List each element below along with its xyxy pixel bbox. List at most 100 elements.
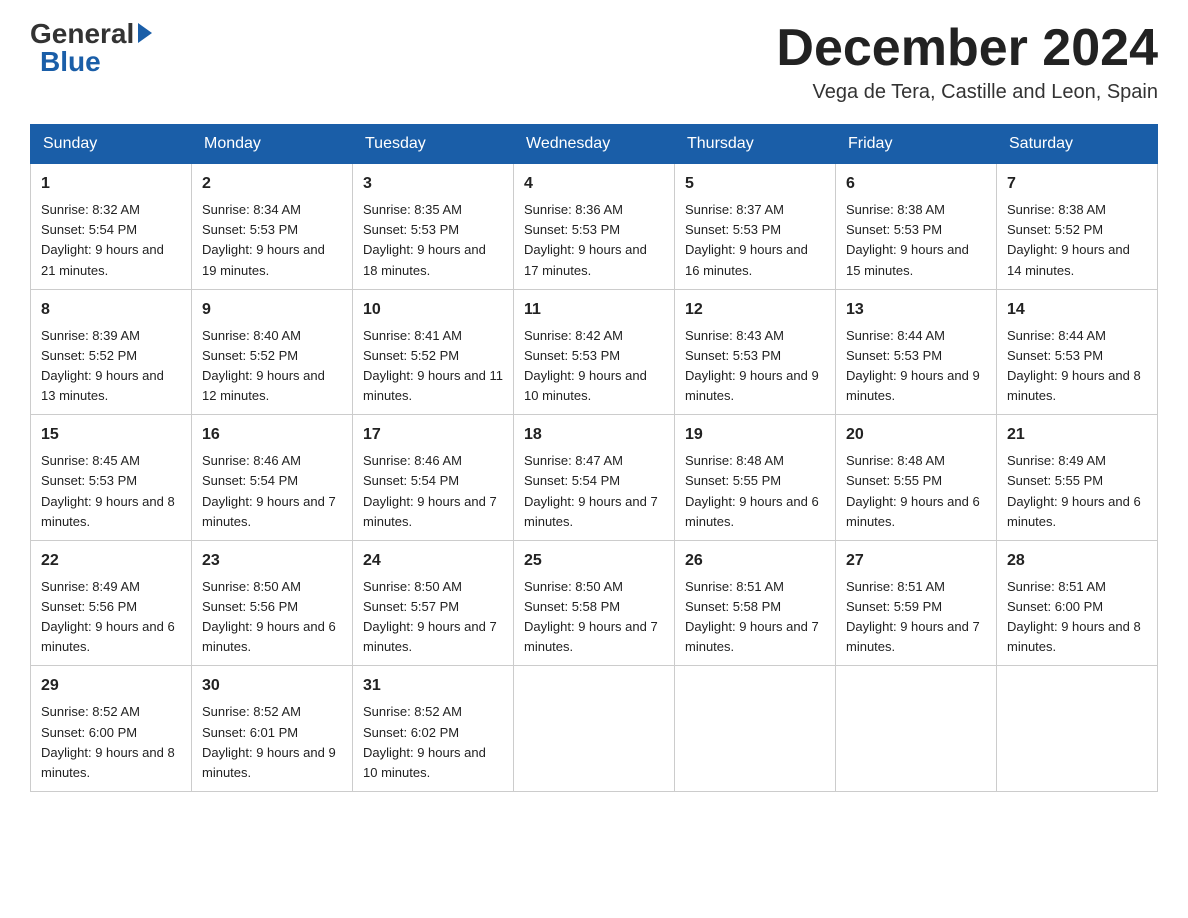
- calendar-header-row: SundayMondayTuesdayWednesdayThursdayFrid…: [31, 125, 1158, 164]
- day-number: 30: [202, 674, 342, 698]
- day-info: Sunrise: 8:51 AMSunset: 5:58 PMDaylight:…: [685, 579, 819, 654]
- calendar-cell: 7 Sunrise: 8:38 AMSunset: 5:52 PMDayligh…: [997, 164, 1158, 290]
- calendar-cell: 22 Sunrise: 8:49 AMSunset: 5:56 PMDaylig…: [31, 540, 192, 666]
- day-info: Sunrise: 8:46 AMSunset: 5:54 PMDaylight:…: [202, 453, 336, 528]
- logo-blue-text: Blue: [40, 48, 101, 76]
- day-info: Sunrise: 8:41 AMSunset: 5:52 PMDaylight:…: [363, 328, 503, 403]
- day-info: Sunrise: 8:46 AMSunset: 5:54 PMDaylight:…: [363, 453, 497, 528]
- calendar-week-row: 22 Sunrise: 8:49 AMSunset: 5:56 PMDaylig…: [31, 540, 1158, 666]
- calendar-cell: 29 Sunrise: 8:52 AMSunset: 6:00 PMDaylig…: [31, 666, 192, 792]
- calendar-cell: 3 Sunrise: 8:35 AMSunset: 5:53 PMDayligh…: [353, 164, 514, 290]
- day-number: 3: [363, 172, 503, 196]
- calendar-week-row: 8 Sunrise: 8:39 AMSunset: 5:52 PMDayligh…: [31, 289, 1158, 415]
- day-number: 10: [363, 298, 503, 322]
- day-info: Sunrise: 8:51 AMSunset: 6:00 PMDaylight:…: [1007, 579, 1141, 654]
- day-number: 6: [846, 172, 986, 196]
- day-info: Sunrise: 8:50 AMSunset: 5:58 PMDaylight:…: [524, 579, 658, 654]
- logo-general-text: General: [30, 20, 134, 48]
- day-number: 15: [41, 423, 181, 447]
- day-info: Sunrise: 8:38 AMSunset: 5:52 PMDaylight:…: [1007, 202, 1130, 277]
- calendar-cell: 6 Sunrise: 8:38 AMSunset: 5:53 PMDayligh…: [836, 164, 997, 290]
- calendar-cell: 4 Sunrise: 8:36 AMSunset: 5:53 PMDayligh…: [514, 164, 675, 290]
- calendar-cell: [997, 666, 1158, 792]
- calendar-cell: 30 Sunrise: 8:52 AMSunset: 6:01 PMDaylig…: [192, 666, 353, 792]
- day-info: Sunrise: 8:44 AMSunset: 5:53 PMDaylight:…: [846, 328, 980, 403]
- calendar-cell: 26 Sunrise: 8:51 AMSunset: 5:58 PMDaylig…: [675, 540, 836, 666]
- day-info: Sunrise: 8:49 AMSunset: 5:56 PMDaylight:…: [41, 579, 175, 654]
- day-number: 21: [1007, 423, 1147, 447]
- day-info: Sunrise: 8:49 AMSunset: 5:55 PMDaylight:…: [1007, 453, 1141, 528]
- location-text: Vega de Tera, Castille and Leon, Spain: [776, 81, 1158, 104]
- day-number: 28: [1007, 549, 1147, 573]
- day-number: 31: [363, 674, 503, 698]
- title-section: December 2024 Vega de Tera, Castille and…: [776, 20, 1158, 104]
- day-info: Sunrise: 8:37 AMSunset: 5:53 PMDaylight:…: [685, 202, 808, 277]
- header-saturday: Saturday: [997, 125, 1158, 164]
- calendar-cell: 28 Sunrise: 8:51 AMSunset: 6:00 PMDaylig…: [997, 540, 1158, 666]
- calendar-cell: 1 Sunrise: 8:32 AMSunset: 5:54 PMDayligh…: [31, 164, 192, 290]
- day-number: 5: [685, 172, 825, 196]
- calendar-cell: 31 Sunrise: 8:52 AMSunset: 6:02 PMDaylig…: [353, 666, 514, 792]
- day-number: 19: [685, 423, 825, 447]
- day-info: Sunrise: 8:47 AMSunset: 5:54 PMDaylight:…: [524, 453, 658, 528]
- calendar-cell: 17 Sunrise: 8:46 AMSunset: 5:54 PMDaylig…: [353, 415, 514, 541]
- calendar-cell: 5 Sunrise: 8:37 AMSunset: 5:53 PMDayligh…: [675, 164, 836, 290]
- logo-triangle-icon: [138, 23, 152, 43]
- day-info: Sunrise: 8:42 AMSunset: 5:53 PMDaylight:…: [524, 328, 647, 403]
- day-info: Sunrise: 8:40 AMSunset: 5:52 PMDaylight:…: [202, 328, 325, 403]
- day-info: Sunrise: 8:38 AMSunset: 5:53 PMDaylight:…: [846, 202, 969, 277]
- calendar-week-row: 15 Sunrise: 8:45 AMSunset: 5:53 PMDaylig…: [31, 415, 1158, 541]
- day-info: Sunrise: 8:51 AMSunset: 5:59 PMDaylight:…: [846, 579, 980, 654]
- calendar-cell: 2 Sunrise: 8:34 AMSunset: 5:53 PMDayligh…: [192, 164, 353, 290]
- day-info: Sunrise: 8:52 AMSunset: 6:00 PMDaylight:…: [41, 704, 175, 779]
- day-number: 25: [524, 549, 664, 573]
- day-info: Sunrise: 8:48 AMSunset: 5:55 PMDaylight:…: [846, 453, 980, 528]
- day-info: Sunrise: 8:43 AMSunset: 5:53 PMDaylight:…: [685, 328, 819, 403]
- day-info: Sunrise: 8:39 AMSunset: 5:52 PMDaylight:…: [41, 328, 164, 403]
- day-number: 16: [202, 423, 342, 447]
- day-info: Sunrise: 8:52 AMSunset: 6:02 PMDaylight:…: [363, 704, 486, 779]
- day-info: Sunrise: 8:45 AMSunset: 5:53 PMDaylight:…: [41, 453, 175, 528]
- calendar-cell: 27 Sunrise: 8:51 AMSunset: 5:59 PMDaylig…: [836, 540, 997, 666]
- day-number: 17: [363, 423, 503, 447]
- day-number: 11: [524, 298, 664, 322]
- day-info: Sunrise: 8:50 AMSunset: 5:56 PMDaylight:…: [202, 579, 336, 654]
- day-number: 14: [1007, 298, 1147, 322]
- calendar-cell: 15 Sunrise: 8:45 AMSunset: 5:53 PMDaylig…: [31, 415, 192, 541]
- month-title: December 2024: [776, 20, 1158, 77]
- day-info: Sunrise: 8:52 AMSunset: 6:01 PMDaylight:…: [202, 704, 336, 779]
- calendar-cell: 13 Sunrise: 8:44 AMSunset: 5:53 PMDaylig…: [836, 289, 997, 415]
- day-number: 1: [41, 172, 181, 196]
- calendar-cell: 20 Sunrise: 8:48 AMSunset: 5:55 PMDaylig…: [836, 415, 997, 541]
- day-info: Sunrise: 8:36 AMSunset: 5:53 PMDaylight:…: [524, 202, 647, 277]
- day-number: 22: [41, 549, 181, 573]
- calendar-week-row: 29 Sunrise: 8:52 AMSunset: 6:00 PMDaylig…: [31, 666, 1158, 792]
- calendar-cell: [675, 666, 836, 792]
- calendar-cell: 12 Sunrise: 8:43 AMSunset: 5:53 PMDaylig…: [675, 289, 836, 415]
- page-header: General Blue December 2024 Vega de Tera,…: [30, 20, 1158, 104]
- calendar-cell: 23 Sunrise: 8:50 AMSunset: 5:56 PMDaylig…: [192, 540, 353, 666]
- header-monday: Monday: [192, 125, 353, 164]
- calendar-cell: 18 Sunrise: 8:47 AMSunset: 5:54 PMDaylig…: [514, 415, 675, 541]
- calendar-cell: 9 Sunrise: 8:40 AMSunset: 5:52 PMDayligh…: [192, 289, 353, 415]
- day-number: 8: [41, 298, 181, 322]
- day-number: 7: [1007, 172, 1147, 196]
- day-number: 26: [685, 549, 825, 573]
- day-number: 24: [363, 549, 503, 573]
- day-info: Sunrise: 8:48 AMSunset: 5:55 PMDaylight:…: [685, 453, 819, 528]
- header-thursday: Thursday: [675, 125, 836, 164]
- calendar-week-row: 1 Sunrise: 8:32 AMSunset: 5:54 PMDayligh…: [31, 164, 1158, 290]
- day-number: 2: [202, 172, 342, 196]
- calendar-cell: 24 Sunrise: 8:50 AMSunset: 5:57 PMDaylig…: [353, 540, 514, 666]
- day-number: 12: [685, 298, 825, 322]
- day-number: 20: [846, 423, 986, 447]
- calendar-cell: 10 Sunrise: 8:41 AMSunset: 5:52 PMDaylig…: [353, 289, 514, 415]
- day-info: Sunrise: 8:34 AMSunset: 5:53 PMDaylight:…: [202, 202, 325, 277]
- day-info: Sunrise: 8:44 AMSunset: 5:53 PMDaylight:…: [1007, 328, 1141, 403]
- day-info: Sunrise: 8:32 AMSunset: 5:54 PMDaylight:…: [41, 202, 164, 277]
- header-sunday: Sunday: [31, 125, 192, 164]
- day-number: 23: [202, 549, 342, 573]
- calendar-cell: [514, 666, 675, 792]
- header-tuesday: Tuesday: [353, 125, 514, 164]
- calendar-cell: 11 Sunrise: 8:42 AMSunset: 5:53 PMDaylig…: [514, 289, 675, 415]
